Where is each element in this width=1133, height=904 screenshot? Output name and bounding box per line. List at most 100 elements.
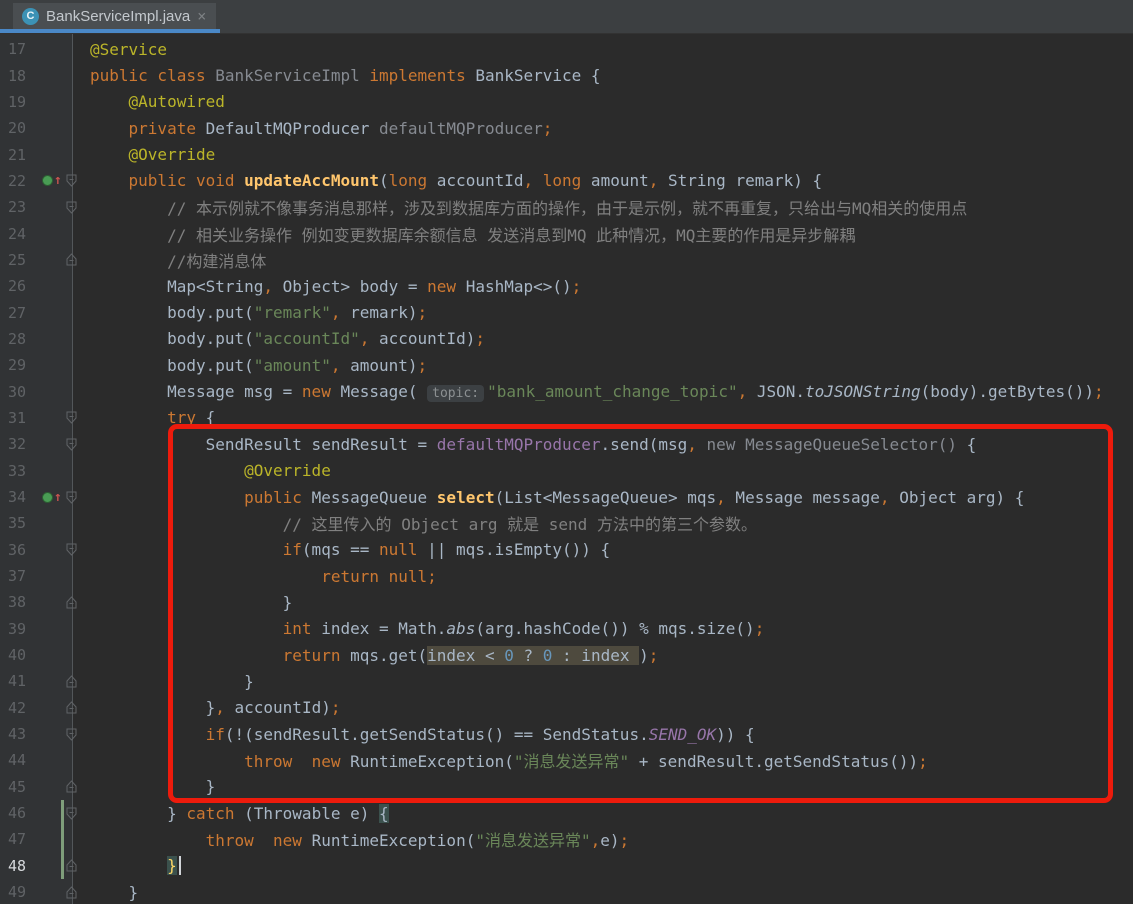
line-number[interactable]: 45 — [0, 778, 40, 796]
code-line[interactable]: 28 body.put("accountId", accountId); — [0, 326, 1133, 352]
line-number[interactable]: 21 — [0, 146, 40, 164]
line-number[interactable]: 35 — [0, 514, 40, 532]
fold-collapse-icon[interactable] — [65, 438, 83, 451]
line-number[interactable]: 26 — [0, 277, 40, 295]
overrides-method-icon[interactable] — [42, 175, 53, 186]
code-line[interactable]: 20 private DefaultMQProducer defaultMQPr… — [0, 115, 1133, 141]
fold-end-icon[interactable] — [65, 675, 83, 688]
line-number[interactable]: 43 — [0, 725, 40, 743]
line-number[interactable]: 19 — [0, 93, 40, 111]
code-text: Message msg = new Message( topic:"bank_a… — [80, 382, 1104, 401]
fold-end-icon[interactable] — [65, 780, 83, 793]
line-number[interactable]: 29 — [0, 356, 40, 374]
code-line[interactable]: 29 body.put("amount", amount); — [0, 352, 1133, 378]
fold-end-icon[interactable] — [65, 596, 83, 609]
code-line[interactable]: 31 try { — [0, 405, 1133, 431]
code-line[interactable]: 19 @Autowired — [0, 89, 1133, 115]
line-number[interactable]: 18 — [0, 67, 40, 85]
code-editor[interactable]: 17 @Service 18public class BankServiceImpl… — [0, 34, 1133, 904]
code-text: body.put("accountId", accountId); — [80, 329, 485, 348]
code-line[interactable]: 37 return null; — [0, 563, 1133, 589]
code-text: int index = Math.abs(arg.hashCode()) % m… — [80, 619, 764, 638]
code-text: return mqs.get(index < 0 ? 0 : index ); — [80, 646, 658, 665]
code-line[interactable]: 38 } — [0, 589, 1133, 615]
code-line[interactable]: 41 } — [0, 668, 1133, 694]
code-line[interactable]: 32 SendResult sendResult = defaultMQProd… — [0, 431, 1133, 457]
line-number[interactable]: 41 — [0, 672, 40, 690]
code-line[interactable]: 36 if(mqs == null || mqs.isEmpty()) { — [0, 537, 1133, 563]
fold-collapse-icon[interactable] — [65, 728, 83, 741]
line-number[interactable]: 17 — [0, 40, 40, 58]
line-number[interactable]: 24 — [0, 225, 40, 243]
code-line[interactable]: 17 @Service — [0, 36, 1133, 62]
fold-end-icon[interactable] — [65, 701, 83, 714]
code-line[interactable]: 25 //构建消息体 — [0, 247, 1133, 273]
ide-window: C BankServiceImpl.java × 17 @Service 18pub… — [0, 0, 1133, 904]
code-line[interactable]: 42 }, accountId); — [0, 695, 1133, 721]
code-line[interactable]: 22↑ public void updateAccMount(long acco… — [0, 168, 1133, 194]
overrides-method-icon[interactable] — [42, 492, 53, 503]
override-arrow-icon[interactable]: ↑ — [54, 174, 62, 187]
line-number[interactable]: 27 — [0, 304, 40, 322]
code-line[interactable]: 30 Message msg = new Message( topic:"ban… — [0, 378, 1133, 404]
file-tab[interactable]: C BankServiceImpl.java × — [13, 3, 216, 29]
line-number[interactable]: 32 — [0, 435, 40, 453]
line-number[interactable]: 28 — [0, 330, 40, 348]
file-tab-title: BankServiceImpl.java — [46, 8, 190, 25]
override-arrow-icon[interactable]: ↑ — [54, 491, 62, 504]
line-number[interactable]: 47 — [0, 830, 40, 848]
code-line[interactable]: 34↑ public MessageQueue select(List<Mess… — [0, 484, 1133, 510]
code-line[interactable]: 47 throw new RuntimeException("消息发送异常",e… — [0, 826, 1133, 852]
line-number[interactable]: 22 — [0, 172, 40, 190]
code-text: throw new RuntimeException("消息发送异常",e); — [80, 827, 629, 851]
code-text: if(mqs == null || mqs.isEmpty()) { — [80, 540, 610, 559]
fold-collapse-icon[interactable] — [65, 543, 83, 556]
line-number[interactable]: 34 — [0, 488, 40, 506]
line-number[interactable]: 33 — [0, 462, 40, 480]
line-number[interactable]: 49 — [0, 883, 40, 901]
change-marker — [61, 826, 64, 852]
fold-end-icon[interactable] — [65, 886, 83, 899]
line-number[interactable]: 39 — [0, 620, 40, 638]
code-line[interactable]: 26 Map<String, Object> body = new HashMa… — [0, 273, 1133, 299]
code-line[interactable]: 27 body.put("remark", remark); — [0, 299, 1133, 325]
line-number[interactable]: 40 — [0, 646, 40, 664]
code-line[interactable]: 45 } — [0, 774, 1133, 800]
line-number[interactable]: 44 — [0, 751, 40, 769]
code-line[interactable]: 46 } catch (Throwable e) { — [0, 800, 1133, 826]
line-number[interactable]: 46 — [0, 804, 40, 822]
line-number[interactable]: 36 — [0, 541, 40, 559]
line-number[interactable]: 31 — [0, 409, 40, 427]
line-number[interactable]: 20 — [0, 119, 40, 137]
fold-collapse-icon[interactable] — [65, 491, 83, 504]
fold-collapse-icon[interactable] — [65, 201, 83, 214]
code-line[interactable]: 39 int index = Math.abs(arg.hashCode()) … — [0, 616, 1133, 642]
line-number[interactable]: 38 — [0, 593, 40, 611]
line-number[interactable]: 48 — [0, 857, 40, 875]
code-line[interactable]: 44 throw new RuntimeException("消息发送异常" +… — [0, 747, 1133, 773]
code-line[interactable]: 48 } — [0, 853, 1133, 879]
fold-end-icon[interactable] — [65, 859, 83, 872]
code-line[interactable]: 21 @Override — [0, 141, 1133, 167]
tab-close-icon[interactable]: × — [197, 9, 206, 24]
fold-end-icon[interactable] — [65, 253, 83, 266]
code-line[interactable]: 33 @Override — [0, 458, 1133, 484]
code-line[interactable]: 24 // 相关业务操作 例如变更数据库余额信息 发送消息到MQ 此种情况，MQ… — [0, 220, 1133, 246]
code-text: @Service — [80, 40, 167, 59]
line-number[interactable]: 25 — [0, 251, 40, 269]
code-line[interactable]: 43 if(!(sendResult.getSendStatus() == Se… — [0, 721, 1133, 747]
code-line[interactable]: 23 // 本示例就不像事务消息那样，涉及到数据库方面的操作，由于是示例，就不再… — [0, 194, 1133, 220]
line-number[interactable]: 30 — [0, 383, 40, 401]
line-number[interactable]: 42 — [0, 699, 40, 717]
code-text: } — [80, 883, 138, 902]
line-number[interactable]: 37 — [0, 567, 40, 585]
code-line[interactable]: 18public class BankServiceImpl implement… — [0, 62, 1133, 88]
code-line[interactable]: 49 } — [0, 879, 1133, 904]
fold-collapse-icon[interactable] — [65, 807, 83, 820]
fold-collapse-icon[interactable] — [65, 411, 83, 424]
code-line[interactable]: 40 return mqs.get(index < 0 ? 0 : index … — [0, 642, 1133, 668]
code-line[interactable]: 35 // 这里传入的 Object arg 就是 send 方法中的第三个参数… — [0, 510, 1133, 536]
code-text: body.put("remark", remark); — [80, 303, 427, 322]
fold-collapse-icon[interactable] — [65, 174, 83, 187]
line-number[interactable]: 23 — [0, 198, 40, 216]
